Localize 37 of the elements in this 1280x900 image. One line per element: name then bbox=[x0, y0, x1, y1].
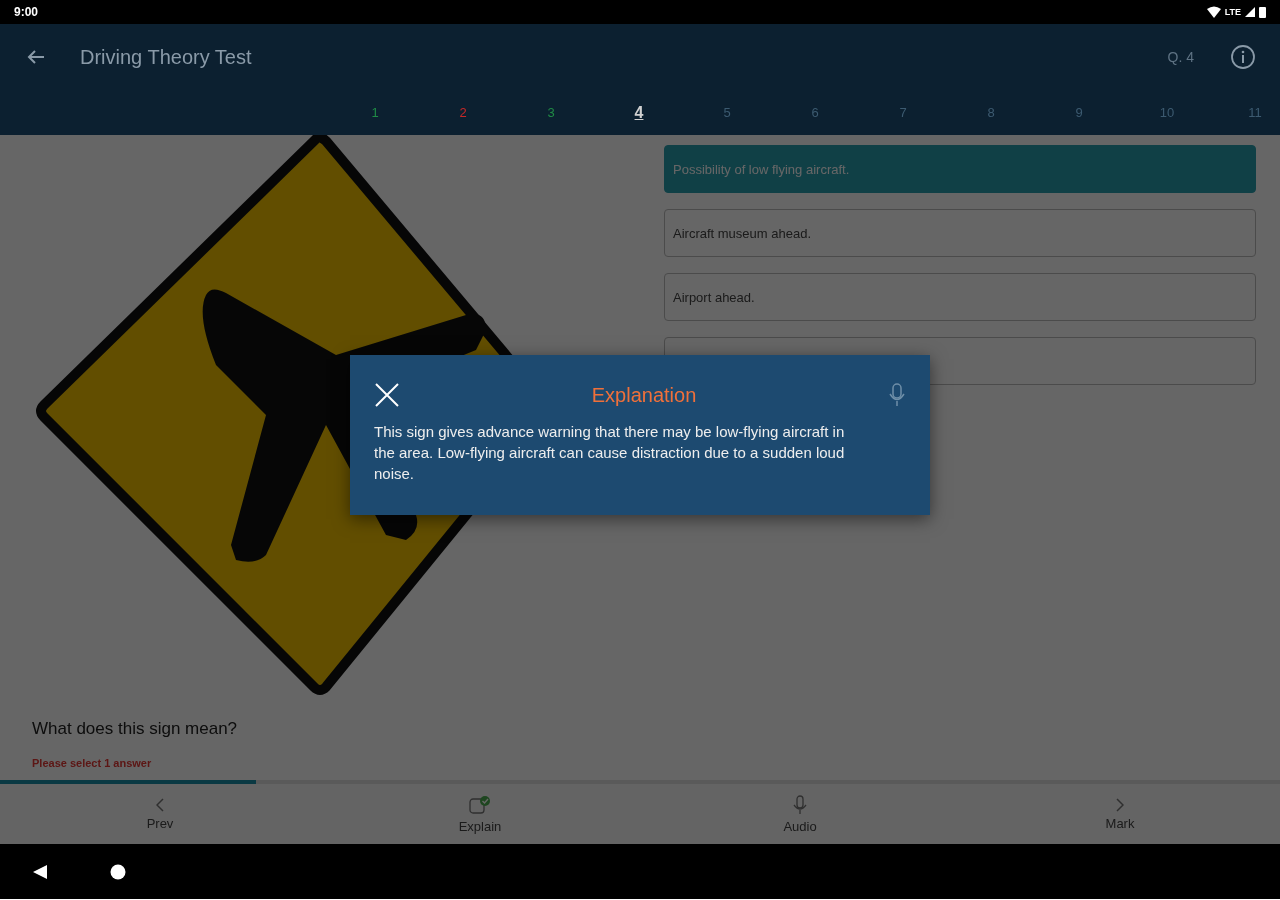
answer-option[interactable]: Airport ahead. bbox=[664, 273, 1256, 321]
close-icon[interactable] bbox=[374, 382, 400, 408]
signal-icon bbox=[1245, 7, 1255, 17]
explanation-text: This sign gives advance warning that there may be low-flying aircraft in the area. Low-flying aircraft can cause distraction due to a sudden loud noise. bbox=[374, 422, 846, 484]
question-number-tab[interactable]: 5 bbox=[683, 101, 771, 124]
battery-icon bbox=[1259, 6, 1266, 18]
question-number-tab[interactable]: 4 bbox=[595, 99, 683, 126]
wifi-icon bbox=[1206, 6, 1221, 18]
question-number-tab[interactable]: 8 bbox=[947, 101, 1035, 124]
question-number-tab[interactable]: 7 bbox=[859, 101, 947, 124]
answer-option[interactable]: Possibility of low flying aircraft. bbox=[664, 145, 1256, 193]
answer-option[interactable]: Aircraft museum ahead. bbox=[664, 209, 1256, 257]
clock-time: 9:00 bbox=[14, 5, 39, 19]
chevron-left-icon bbox=[156, 797, 164, 812]
bottom-nav-button[interactable]: Audio bbox=[640, 784, 960, 844]
network-type: LTE bbox=[1224, 7, 1241, 17]
microphone-icon[interactable] bbox=[888, 383, 906, 407]
bottom-nav-button[interactable]: Mark bbox=[960, 784, 1280, 844]
question-number-tab[interactable]: 11 bbox=[1211, 101, 1280, 124]
home-circle-icon[interactable] bbox=[110, 863, 126, 880]
dialog-title: Explanation bbox=[591, 383, 697, 407]
question-number-tab[interactable]: 6 bbox=[771, 101, 859, 124]
chevron-right-icon bbox=[1116, 797, 1124, 812]
answer-hint: Please select 1 answer bbox=[32, 757, 153, 769]
question-number-tab[interactable]: 1 bbox=[331, 101, 419, 124]
app-title: Driving Theory Test bbox=[80, 45, 253, 69]
question-counter: Q. 4 bbox=[1167, 49, 1194, 65]
back-triangle-icon[interactable] bbox=[32, 863, 48, 880]
question-text: What does this sign mean? bbox=[32, 719, 239, 739]
bottom-nav-button[interactable]: Prev bbox=[0, 784, 320, 844]
question-number-tab[interactable]: 3 bbox=[507, 101, 595, 124]
bottom-nav-button[interactable]: Explain bbox=[320, 784, 640, 844]
info-icon[interactable] bbox=[1230, 44, 1256, 70]
question-number-tab[interactable]: 9 bbox=[1035, 101, 1123, 124]
question-check-icon bbox=[469, 794, 491, 815]
question-number-tab[interactable]: 2 bbox=[419, 101, 507, 124]
question-number-tab[interactable]: 10 bbox=[1123, 101, 1211, 124]
